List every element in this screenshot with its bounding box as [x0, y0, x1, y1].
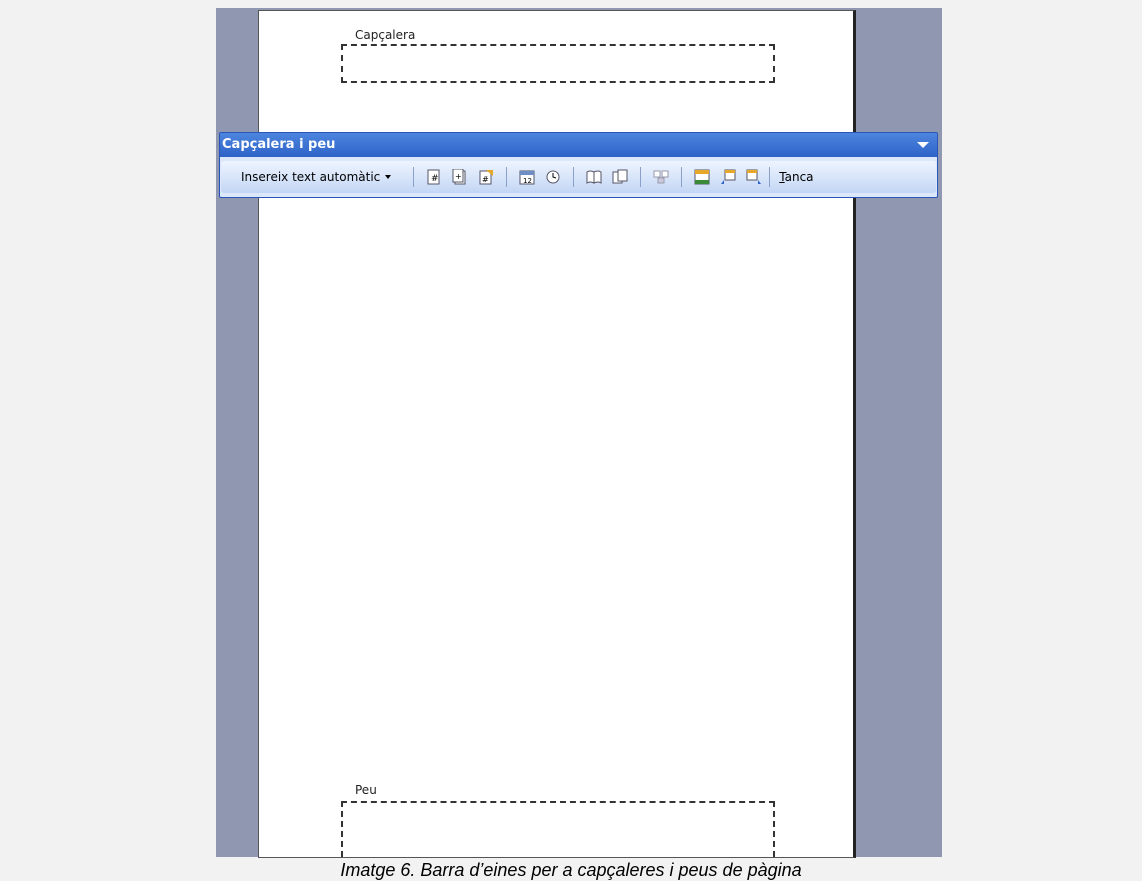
show-next-icon[interactable] — [745, 168, 763, 186]
header-area[interactable] — [341, 44, 775, 83]
svg-text:#: # — [431, 174, 439, 184]
svg-text:12: 12 — [523, 177, 532, 185]
close-toolbar-button[interactable]: Tanca — [779, 170, 813, 184]
footer-area[interactable] — [341, 801, 775, 857]
show-hide-document-text-icon[interactable] — [611, 168, 629, 186]
toolbar-options-icon[interactable] — [917, 142, 929, 148]
header-footer-toolbar[interactable]: Capçalera i peu Insereix text automàtic … — [219, 132, 938, 198]
toolbar-separator — [769, 167, 771, 187]
toolbar-separator — [413, 167, 415, 187]
toolbar-buttons-row: Insereix text automàtic # + # 12 Tanca — [221, 161, 936, 193]
svg-text:+: + — [455, 172, 462, 181]
link-to-previous-icon[interactable] — [652, 168, 670, 186]
switch-header-footer-icon[interactable] — [693, 168, 711, 186]
show-previous-icon[interactable] — [719, 168, 737, 186]
insert-time-icon[interactable] — [544, 168, 562, 186]
toolbar-separator — [506, 167, 508, 187]
insert-date-icon[interactable]: 12 — [518, 168, 536, 186]
toolbar-titlebar[interactable]: Capçalera i peu — [220, 133, 937, 157]
format-page-number-icon[interactable]: # — [477, 168, 495, 186]
page-setup-icon[interactable] — [585, 168, 603, 186]
insert-autotext-label: Insereix text automàtic — [241, 170, 381, 184]
toolbar-separator — [640, 167, 642, 187]
insert-autotext-button[interactable]: Insereix text automàtic — [241, 170, 392, 184]
toolbar-separator — [681, 167, 683, 187]
insert-page-number-icon[interactable]: # — [425, 168, 443, 186]
close-label: anca — [784, 170, 814, 184]
insert-number-of-pages-icon[interactable]: + — [451, 168, 469, 186]
chevron-down-icon — [385, 175, 392, 179]
svg-text:#: # — [482, 175, 489, 184]
figure-caption: Imatge 6. Barra d’eines per a capçaleres… — [340, 860, 802, 880]
toolbar-title: Capçalera i peu — [222, 137, 336, 152]
toolbar-separator — [573, 167, 575, 187]
header-label: Capçalera — [352, 28, 419, 42]
footer-label: Peu — [352, 783, 380, 797]
